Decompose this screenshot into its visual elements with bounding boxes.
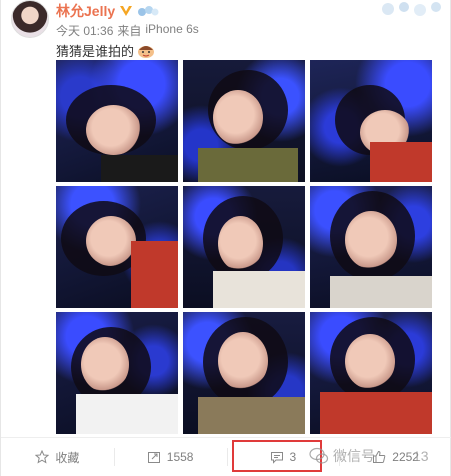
post-time[interactable]: 今天 01:36	[56, 22, 113, 39]
photo-thumbnail[interactable]	[310, 186, 432, 308]
photo-thumbnail[interactable]	[183, 60, 305, 182]
star-icon	[35, 450, 50, 464]
photo-thumbnail[interactable]	[56, 186, 178, 308]
thumbs-up-icon	[373, 450, 386, 463]
weibo-post-card: 林允Jelly 今天 01:36 来自 iPhone 6s 猜猜是谁拍的 收藏 …	[0, 0, 451, 476]
emoji-icon	[138, 45, 155, 58]
source-prefix: 来自	[117, 24, 142, 38]
post-text: 猜猜是谁拍的	[56, 41, 156, 60]
favorite-label: 收藏	[55, 450, 80, 465]
card-decoration-icon	[382, 2, 441, 16]
repost-icon	[147, 452, 160, 463]
verified-v-icon[interactable]	[119, 5, 133, 17]
repost-button[interactable]: 1558	[113, 438, 227, 476]
photo-thumbnail[interactable]	[56, 312, 178, 434]
photo-thumbnail[interactable]	[183, 312, 305, 434]
author-name[interactable]: 林允Jelly	[56, 1, 115, 21]
action-bar: 收藏 1558 3 2252	[1, 437, 451, 476]
author-avatar[interactable]	[11, 0, 49, 38]
post-header: 林允Jelly	[56, 2, 159, 20]
post-text-content: 猜猜是谁拍的	[56, 44, 135, 59]
photo-grid	[56, 60, 432, 434]
post-source[interactable]: iPhone 6s	[145, 22, 198, 39]
photo-thumbnail[interactable]	[56, 60, 178, 182]
post-meta: 今天 01:36 来自 iPhone 6s	[56, 22, 199, 39]
comment-highlight-box	[232, 440, 322, 472]
favorite-button[interactable]: 收藏	[1, 438, 114, 476]
photo-thumbnail[interactable]	[310, 312, 432, 434]
like-button[interactable]: 2252	[339, 438, 451, 476]
like-count: 2252	[392, 450, 419, 464]
photo-thumbnail[interactable]	[310, 60, 432, 182]
member-badge-icon[interactable]	[137, 4, 159, 18]
photo-thumbnail[interactable]	[183, 186, 305, 308]
repost-count: 1558	[166, 450, 194, 464]
